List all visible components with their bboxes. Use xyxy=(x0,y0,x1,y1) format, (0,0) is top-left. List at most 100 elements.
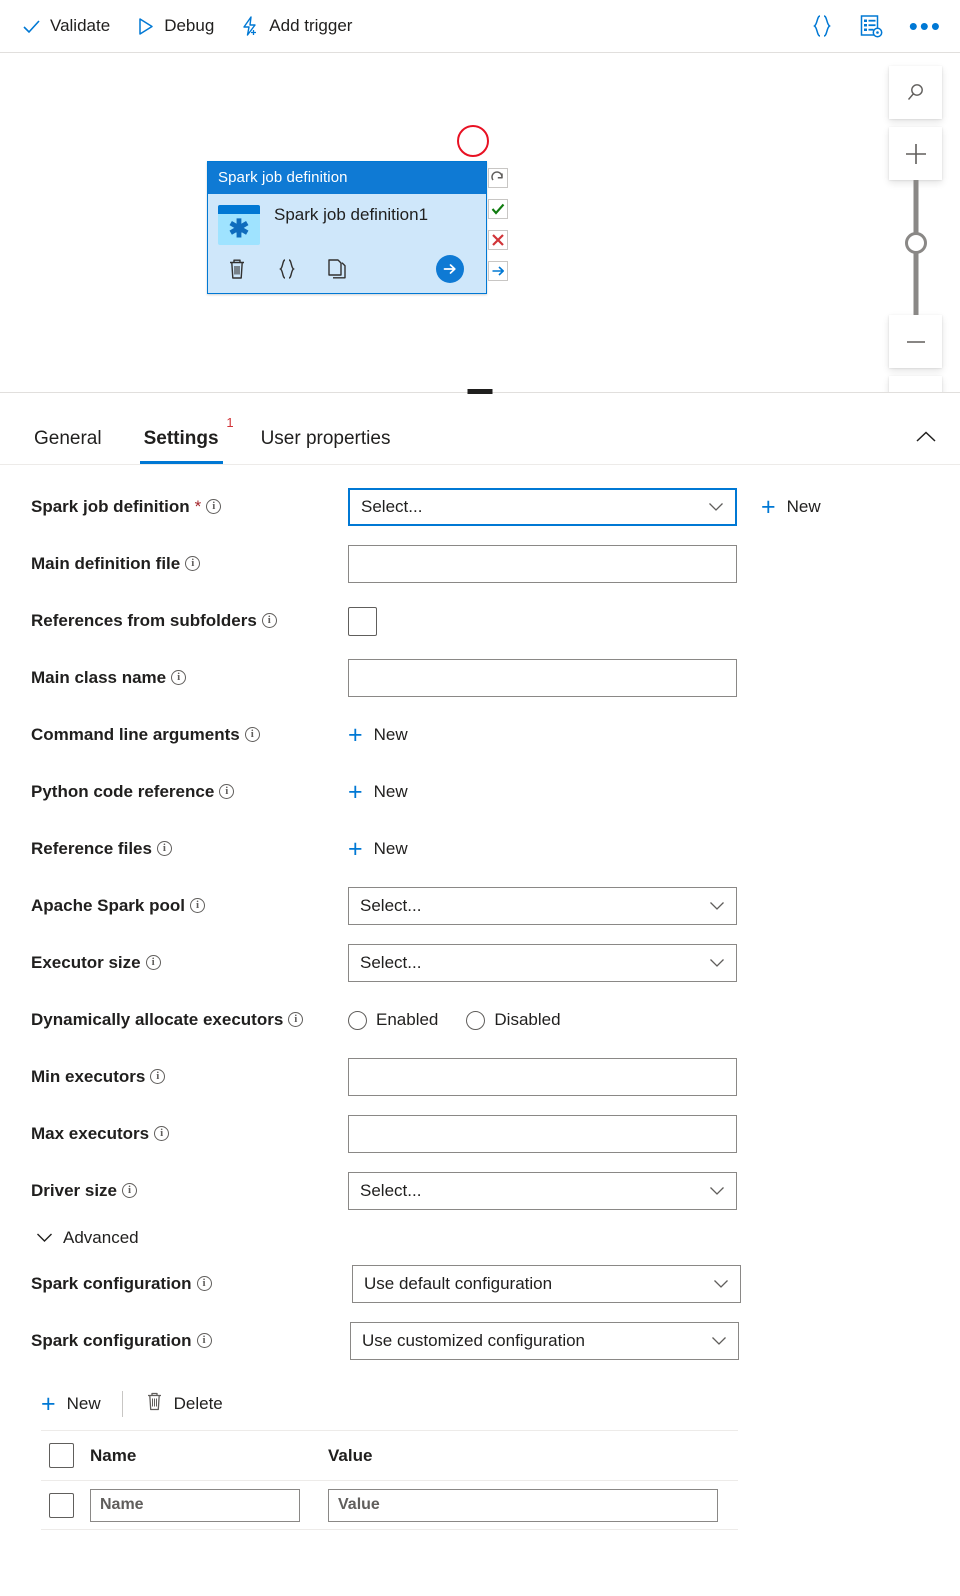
validate-button[interactable]: Validate xyxy=(22,16,110,36)
info-icon[interactable]: i xyxy=(288,1012,304,1028)
field-main-class-name: Main class name i xyxy=(0,658,960,698)
info-icon[interactable]: i xyxy=(150,1069,166,1085)
zoom-out-icon[interactable] xyxy=(889,315,942,368)
tab-user-properties-label: User properties xyxy=(260,428,391,449)
info-icon[interactable]: i xyxy=(171,670,187,686)
info-icon[interactable]: i xyxy=(244,727,260,743)
new-spark-job-definition-button[interactable]: + New xyxy=(761,494,821,520)
selected-value: Use default configuration xyxy=(364,1274,553,1293)
info-icon[interactable]: i xyxy=(196,1333,212,1349)
dependency-success-icon[interactable] xyxy=(488,199,508,219)
field-reference-files: Reference files i + New xyxy=(0,829,960,869)
select-all-checkbox[interactable] xyxy=(49,1443,74,1468)
fit-to-screen-icon[interactable] xyxy=(889,376,942,392)
driver-size-select[interactable]: Select... xyxy=(348,1172,737,1210)
info-icon[interactable]: i xyxy=(219,784,235,800)
tab-user-properties[interactable]: User properties xyxy=(257,428,395,464)
label-text: Dynamically allocate executors xyxy=(31,1009,284,1029)
zoom-in-icon[interactable] xyxy=(889,127,942,180)
code-braces-icon[interactable] xyxy=(276,257,298,281)
min-executors-input[interactable] xyxy=(348,1058,737,1096)
add-trigger-button[interactable]: Add trigger xyxy=(240,16,352,36)
cell-name: Name xyxy=(90,1488,328,1522)
label-spark-configuration-custom: Spark configuration i xyxy=(31,1331,348,1351)
info-icon[interactable]: i xyxy=(261,613,277,629)
table-header-row: Name Value xyxy=(41,1430,738,1480)
dependency-skipped-icon[interactable] xyxy=(488,168,508,188)
new-label: New xyxy=(373,782,408,801)
main-definition-file-input[interactable] xyxy=(348,545,737,583)
activity-dependency-badges xyxy=(488,168,508,281)
dependency-failure-icon[interactable] xyxy=(488,230,508,250)
label-min-executors: Min executors i xyxy=(31,1067,348,1087)
field-executor-size: Executor size i Select... xyxy=(0,943,960,983)
code-braces-icon[interactable] xyxy=(811,14,833,38)
radio-enabled[interactable]: Enabled xyxy=(348,1010,438,1030)
field-spark-job-definition: Spark job definition * i Select... + New xyxy=(0,487,960,527)
config-table-toolbar: + New Delete xyxy=(0,1378,960,1430)
delete-activity-icon[interactable] xyxy=(226,257,248,281)
activity-node-spark-job-definition[interactable]: Spark job definition ✱ Spark job definit… xyxy=(207,161,487,294)
info-icon[interactable]: i xyxy=(196,1276,212,1292)
pipeline-canvas[interactable]: Spark job definition ✱ Spark job definit… xyxy=(0,53,960,393)
info-icon[interactable]: i xyxy=(156,841,172,857)
debug-button[interactable]: Debug xyxy=(136,16,214,36)
executor-size-select[interactable]: Select... xyxy=(348,944,737,982)
advanced-section-toggle[interactable]: Advanced xyxy=(0,1228,960,1248)
spark-configuration-default-select[interactable]: Use default configuration xyxy=(352,1265,741,1303)
dependency-completion-icon[interactable] xyxy=(488,261,508,281)
config-name-input[interactable]: Name xyxy=(90,1488,300,1522)
info-icon[interactable]: i xyxy=(189,898,205,914)
tab-general[interactable]: General xyxy=(30,428,106,464)
radio-disabled[interactable]: Disabled xyxy=(466,1010,561,1030)
label-text: Min executors xyxy=(31,1066,146,1086)
new-reference-file-button[interactable]: + New xyxy=(348,836,408,862)
new-command-line-argument-button[interactable]: + New xyxy=(348,722,408,748)
tab-settings[interactable]: Settings 1 xyxy=(139,415,234,464)
delete-config-row-button[interactable]: Delete xyxy=(145,1391,223,1417)
chevron-down-icon xyxy=(713,1274,729,1294)
zoom-slider[interactable] xyxy=(889,180,942,315)
info-icon[interactable]: i xyxy=(185,556,201,572)
main-class-name-input[interactable] xyxy=(348,659,737,697)
properties-gear-icon[interactable] xyxy=(859,14,883,38)
field-python-code-reference: Python code reference i + New xyxy=(0,772,960,812)
selected-value: Select... xyxy=(360,896,422,915)
label-command-line-arguments: Command line arguments i xyxy=(31,725,348,745)
info-icon[interactable]: i xyxy=(206,499,222,515)
label-main-definition-file: Main definition file i xyxy=(31,554,348,574)
chevron-down-icon xyxy=(709,953,725,973)
radio-dot xyxy=(348,1010,367,1030)
new-config-row-button[interactable]: + New xyxy=(41,1391,101,1417)
label-text: Reference files xyxy=(31,838,152,858)
field-spark-configuration-custom: Spark configuration i Use customized con… xyxy=(0,1321,960,1361)
label-spark-configuration-default: Spark configuration i xyxy=(31,1274,348,1294)
label-driver-size: Driver size i xyxy=(31,1181,348,1201)
info-icon[interactable]: i xyxy=(122,1183,137,1199)
spark-job-definition-select[interactable]: Select... xyxy=(348,488,737,526)
table-row: Name Value xyxy=(41,1480,738,1530)
search-canvas-icon[interactable] xyxy=(889,66,942,119)
zoom-slider-thumb[interactable] xyxy=(904,232,927,254)
row-checkbox[interactable] xyxy=(49,1492,74,1518)
advanced-label: Advanced xyxy=(63,1228,139,1247)
apache-spark-pool-select[interactable]: Select... xyxy=(348,887,737,925)
field-min-executors: Min executors i xyxy=(0,1057,960,1097)
info-icon[interactable]: i xyxy=(154,1126,170,1142)
max-executors-input[interactable] xyxy=(348,1115,737,1153)
config-value-input[interactable]: Value xyxy=(328,1488,718,1522)
references-from-subfolders-checkbox[interactable] xyxy=(348,606,377,636)
chevron-up-icon[interactable] xyxy=(914,429,938,464)
field-references-from-subfolders: References from subfolders i xyxy=(0,601,960,641)
column-header-value: Value xyxy=(328,1445,373,1465)
clone-activity-icon[interactable] xyxy=(326,257,348,281)
info-icon[interactable]: i xyxy=(145,955,161,971)
more-ellipsis-icon[interactable]: ••• xyxy=(909,13,942,39)
spark-configuration-custom-select[interactable]: Use customized configuration xyxy=(350,1322,739,1360)
label-text: Spark job definition xyxy=(31,496,190,516)
label-references-from-subfolders: References from subfolders i xyxy=(31,611,348,631)
properties-tabs: General Settings 1 User properties xyxy=(0,393,960,465)
new-python-code-reference-button[interactable]: + New xyxy=(348,779,408,805)
label-text: Main definition file xyxy=(31,553,181,573)
run-activity-button[interactable] xyxy=(436,255,464,283)
